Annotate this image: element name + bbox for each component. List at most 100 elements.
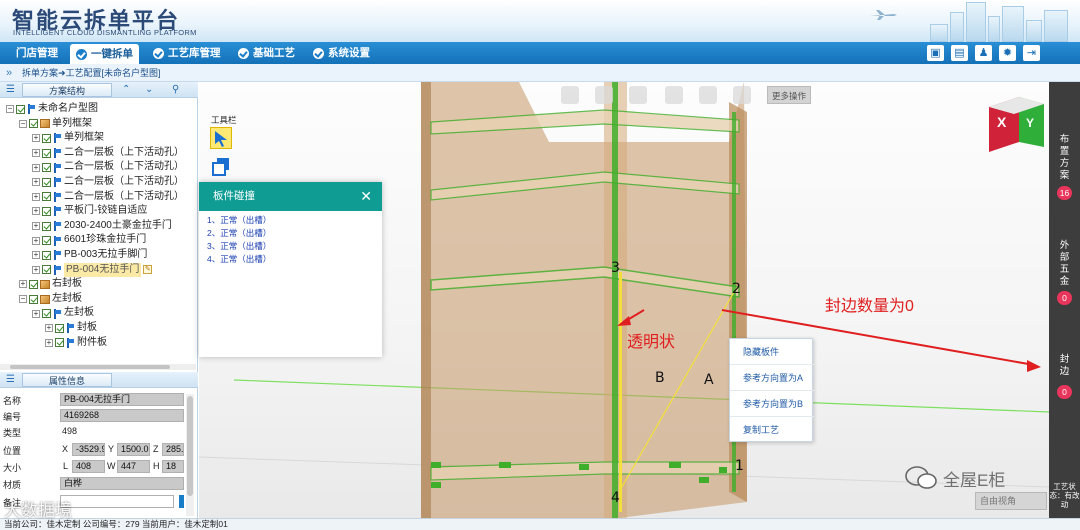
checkbox[interactable] [42,192,51,202]
position-y-field[interactable]: 1500.0 [117,443,150,456]
tree-node[interactable]: + 二合一层板（上下活动孔） [32,160,184,175]
nav-process-library[interactable]: 工艺库管理 [147,42,227,64]
edge-banding-tab[interactable]: 封边 [1049,354,1080,378]
tree-node[interactable]: − 未命名户型图 [6,102,98,117]
nav-one-click-split[interactable]: 一键拆单 [70,44,139,64]
tree-node[interactable]: + 右封板 [19,277,82,292]
material-field[interactable]: 白桦 [60,477,184,490]
scrollbar-thumb[interactable] [10,365,170,369]
menu-icon[interactable]: ☰ [6,374,15,385]
collision-item[interactable]: 3、正常（出槽） [207,240,271,252]
settings-icon[interactable]: ✹ [999,45,1016,61]
breadcrumb-text[interactable]: 拆单方案➜工艺配置[未命名户型图] [22,64,161,82]
checkbox[interactable] [42,163,51,173]
name-field[interactable]: PB-004无拉手门 [60,393,184,406]
scrollbar-thumb[interactable] [187,396,193,496]
position-x-field[interactable]: -3529.9 [72,443,105,456]
logout-icon[interactable]: ⇥ [1023,45,1040,61]
checkbox[interactable] [16,104,25,114]
checkbox[interactable] [42,148,51,158]
search-icon[interactable]: ⚲ [172,84,179,95]
tree-node[interactable]: +2030-2400土豪金拉手门 [32,219,172,234]
tree-node[interactable]: + 平板门-铰链自适应 [32,204,147,219]
tree-horizontal-scrollbar[interactable] [0,364,196,370]
fullscreen-icon[interactable] [699,86,717,104]
collision-item[interactable]: 4、正常（出槽） [207,253,271,265]
collapse-up-icon[interactable]: ⌃ [122,84,130,95]
box-view-icon[interactable] [561,86,579,104]
expand-toggle-icon[interactable]: + [32,192,40,201]
checkbox[interactable] [29,119,38,129]
checkbox[interactable] [42,265,51,275]
tree-node[interactable]: + 单列框架 [32,131,104,146]
nav-system-settings[interactable]: 系统设置 [307,42,376,64]
checkbox[interactable] [29,279,38,289]
expand-toggle-icon[interactable]: + [32,222,40,231]
cube-icon[interactable] [629,86,647,104]
view-mode-select[interactable]: 自由视角 [975,492,1047,510]
target-icon[interactable] [595,86,613,104]
expand-toggle-icon[interactable]: + [32,265,40,274]
edit-icon[interactable]: ✎ [143,265,153,275]
menu-item-hide-panel[interactable]: 隐藏板件 [730,339,814,365]
expand-toggle-icon[interactable]: − [19,119,27,128]
expand-toggle-icon[interactable]: + [32,236,40,245]
layout-scheme-tab[interactable]: 布置方案 [1049,134,1080,182]
size-w-field[interactable]: 447 [117,460,150,473]
props-vertical-scrollbar[interactable] [186,394,194,516]
position-z-field[interactable]: 285.5 [162,443,184,456]
checkbox[interactable] [42,236,51,246]
expand-toggle-icon[interactable]: − [6,105,14,114]
expand-down-icon[interactable]: ⌄ [145,84,153,95]
tree-node[interactable]: − 左封板 [19,292,82,307]
note-action-button[interactable] [179,495,184,508]
size-h-field[interactable]: 18 [162,460,184,473]
tree-node[interactable]: + 二合一层板（上下活动孔） [32,190,184,205]
menu-icon[interactable]: ☰ [6,84,15,95]
checkbox[interactable] [29,294,38,304]
checkbox[interactable] [42,206,51,216]
tree-node[interactable]: + 封板 [45,321,97,336]
size-l-field[interactable]: 408 [72,460,105,473]
layers-icon[interactable] [665,86,683,104]
expand-toggle-icon[interactable]: + [32,149,40,158]
expand-toggle-icon[interactable]: + [32,251,40,260]
checkbox[interactable] [42,221,51,231]
lightning-icon[interactable] [733,86,751,104]
close-icon[interactable]: ✕ [360,182,372,211]
copy-icon[interactable] [211,157,231,177]
document-icon[interactable]: ▤ [951,45,968,61]
tree-node[interactable]: + 二合一层板（上下活动孔） [32,146,184,161]
expand-toggle-icon[interactable]: + [45,324,53,333]
expand-toggle-icon[interactable]: + [32,207,40,216]
checkbox[interactable] [42,133,51,143]
checkbox[interactable] [55,323,64,333]
nav-store-management[interactable]: 门店管理 [10,42,64,64]
code-field[interactable]: 4169268 [60,409,184,422]
collision-item[interactable]: 2、正常（出槽） [207,227,271,239]
monitor-icon[interactable]: ▣ [927,45,944,61]
note-field[interactable] [60,495,174,508]
users-icon[interactable]: ♟ [975,45,992,61]
checkbox[interactable] [42,309,51,319]
tree-node[interactable]: − 单列框架 [19,117,92,132]
expand-toggle-icon[interactable]: + [32,134,40,143]
nav-basic-process[interactable]: 基础工艺 [232,42,301,64]
tree-node[interactable]: + 附件板 [45,336,107,351]
tree-node[interactable]: + PB-004无拉手门 ✎ [32,262,153,278]
menu-item-set-direction-a[interactable]: 参考方向置为A [730,365,814,391]
external-hardware-tab[interactable]: 外部五金 [1049,240,1080,288]
menu-item-copy-process[interactable]: 复制工艺 [730,417,814,443]
collision-item[interactable]: 1、正常（出槽） [207,214,271,226]
checkbox[interactable] [55,338,64,348]
tree-node[interactable]: + 二合一层板（上下活动孔） [32,175,184,190]
expand-toggle-icon[interactable]: + [32,178,40,187]
expand-toggle-icon[interactable]: + [32,309,40,318]
menu-item-set-direction-b[interactable]: 参考方向置为B [730,391,814,417]
double-chevron-icon[interactable]: » [6,64,12,82]
select-pointer-icon[interactable] [210,127,232,149]
checkbox[interactable] [42,177,51,187]
tree-node[interactable]: + PB-003无拉手脚门 [32,248,147,263]
expand-toggle-icon[interactable]: − [19,295,27,304]
expand-toggle-icon[interactable]: + [19,280,27,289]
